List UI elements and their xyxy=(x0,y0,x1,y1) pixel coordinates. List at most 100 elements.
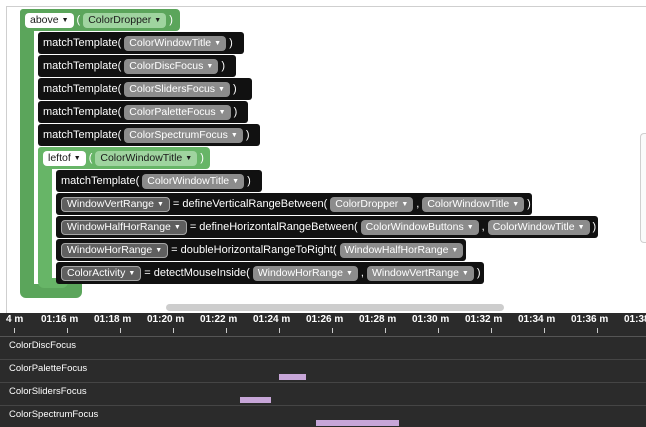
argument-dropdown[interactable]: WindowVertRange ▼ xyxy=(366,265,474,281)
open-paren: ( xyxy=(76,14,81,26)
match-template-block[interactable]: matchTemplate( ColorWindowTitle ▼ ) xyxy=(38,32,244,54)
argument-dropdown[interactable]: ColorWindowButtons ▼ xyxy=(360,219,479,235)
close-paren: ) xyxy=(233,106,238,118)
template-arg-dropdown[interactable]: ColorDiscFocus ▼ xyxy=(124,58,219,74)
timeline-panel: 4 m 01:16 m 01:18 m 01:20 m 01:22 m 01:2… xyxy=(0,313,646,427)
vertical-scrollbar[interactable] xyxy=(640,133,646,243)
chevron-down-icon: ▼ xyxy=(61,16,69,24)
function-name: doubleHorizontalRangeToRight( xyxy=(180,244,337,256)
match-template-block[interactable]: matchTemplate( ColorDiscFocus ▼ ) xyxy=(38,55,236,77)
script-editor: above ▼ ( ColorDropper ▼ ) matchTemplate( … xyxy=(0,0,646,314)
assignment-block[interactable]: ColorActivity ▼ = detectMouseInside( Wind… xyxy=(56,262,484,284)
tick-mark xyxy=(279,328,280,333)
argument-dropdown[interactable]: ColorWindowTitle ▼ xyxy=(487,219,590,235)
above-target-dropdown[interactable]: ColorDropper ▼ xyxy=(83,12,167,28)
tick-mark xyxy=(173,328,174,333)
template-arg-dropdown[interactable]: ColorPaletteFocus ▼ xyxy=(124,104,231,120)
leftof-target-dropdown[interactable]: ColorWindowTitle ▼ xyxy=(95,150,198,166)
tick-mark xyxy=(438,328,439,333)
function-name: matchTemplate( xyxy=(61,175,140,187)
close-paren: ) xyxy=(245,129,250,141)
timeline-track: ColorSlidersFocus xyxy=(0,383,646,406)
tick-mark xyxy=(385,328,386,333)
argument-dropdown[interactable]: WindowHorRange ▼ xyxy=(252,265,358,281)
tick-label: 01:28 m xyxy=(359,314,397,325)
chevron-down-icon: ▼ xyxy=(214,39,222,47)
horizontal-scrollbar[interactable] xyxy=(166,304,504,311)
timeline-event[interactable] xyxy=(279,374,306,380)
close-paren: ) xyxy=(221,60,225,72)
variable-dropdown[interactable]: WindowVertRange ▼ xyxy=(61,196,170,212)
open-paren: ( xyxy=(88,152,93,164)
close-paren: ) xyxy=(232,83,237,95)
template-arg-dropdown[interactable]: ColorSlidersFocus ▼ xyxy=(124,81,230,97)
close-paren: ) xyxy=(200,152,204,164)
template-arg-dropdown[interactable]: ColorWindowTitle ▼ xyxy=(142,173,245,189)
chevron-down-icon: ▼ xyxy=(461,269,469,277)
tick-label: 4 m xyxy=(6,314,24,325)
tick-label: 01:22 m xyxy=(200,314,238,325)
equals-sign: = xyxy=(172,198,180,210)
tick-mark xyxy=(67,328,68,333)
variable-dropdown[interactable]: ColorActivity ▼ xyxy=(61,265,142,281)
tick-label: 01:26 m xyxy=(306,314,344,325)
track-label: ColorSpectrumFocus xyxy=(9,409,99,420)
function-name: defineHorizontalRangeBetween( xyxy=(199,221,358,233)
variable-dropdown[interactable]: WindowHalfHorRange ▼ xyxy=(61,219,187,235)
tick-mark xyxy=(226,328,227,333)
variable-dropdown[interactable]: WindowHorRange ▼ xyxy=(61,242,169,258)
close-paren: ) xyxy=(229,37,233,49)
argument-dropdown[interactable]: ColorDropper ▼ xyxy=(330,196,414,212)
argument-dropdown[interactable]: WindowHalfHorRange ▼ xyxy=(339,242,464,258)
assignment-block[interactable]: WindowVertRange ▼ = defineVerticalRangeBe… xyxy=(56,193,532,215)
leftof-keyword-dropdown[interactable]: leftof ▼ xyxy=(43,150,86,166)
match-template-block[interactable]: matchTemplate( ColorWindowTitle ▼ ) xyxy=(56,170,262,192)
chevron-down-icon: ▼ xyxy=(577,223,585,231)
match-template-block[interactable]: matchTemplate( ColorPaletteFocus ▼ ) xyxy=(38,101,248,123)
timeline-event[interactable] xyxy=(240,397,271,403)
track-label: ColorSlidersFocus xyxy=(9,386,87,397)
leftof-block-row[interactable]: leftof ▼ ( ColorWindowTitle ▼ ) xyxy=(38,147,209,169)
tick-mark xyxy=(14,328,15,333)
assignment-block[interactable]: WindowHalfHorRange ▼ = defineHorizontalRa… xyxy=(56,216,598,238)
above-block-row[interactable]: above ▼ ( ColorDropper ▼ ) xyxy=(20,9,178,31)
timeline-event[interactable] xyxy=(316,420,399,426)
tick-mark xyxy=(491,328,492,333)
chevron-down-icon: ▼ xyxy=(401,200,409,208)
tick-label: 01:32 m xyxy=(465,314,503,325)
comma: , xyxy=(416,198,420,210)
equals-sign: = xyxy=(189,221,197,233)
above-keyword-dropdown[interactable]: above ▼ xyxy=(25,12,74,28)
chevron-down-icon: ▼ xyxy=(345,269,353,277)
assignment-block[interactable]: WindowHorRange ▼ = doubleHorizontalRangeT… xyxy=(56,239,470,261)
timeline-track: ColorSpectrumFocus xyxy=(0,406,646,427)
argument-dropdown[interactable]: ColorWindowTitle ▼ xyxy=(422,196,525,212)
above-block-spine xyxy=(20,9,34,296)
function-name: detectMouseInside( xyxy=(153,267,250,279)
match-template-block[interactable]: matchTemplate( ColorSlidersFocus ▼ ) xyxy=(38,78,252,100)
close-paren: ) xyxy=(476,267,481,279)
tick-label: 01:34 m xyxy=(518,314,556,325)
track-label: ColorPaletteFocus xyxy=(9,363,88,374)
function-name: matchTemplate( xyxy=(43,60,122,72)
chevron-down-icon: ▼ xyxy=(451,246,459,254)
tick-label: 01:18 m xyxy=(94,314,132,325)
tick-mark xyxy=(597,328,598,333)
chevron-down-icon: ▼ xyxy=(230,131,238,139)
close-paren: ) xyxy=(247,175,251,187)
time-ruler: 4 m 01:16 m 01:18 m 01:20 m 01:22 m 01:2… xyxy=(0,313,646,337)
template-arg-dropdown[interactable]: ColorSpectrumFocus ▼ xyxy=(124,127,243,143)
timeline-track: ColorPaletteFocus xyxy=(0,360,646,383)
function-name: matchTemplate( xyxy=(43,129,122,141)
chevron-down-icon: ▼ xyxy=(185,154,193,162)
template-arg-dropdown[interactable]: ColorWindowTitle ▼ xyxy=(124,35,227,51)
tick-label: 01:24 m xyxy=(253,314,291,325)
equals-sign: = xyxy=(171,244,178,256)
function-name: matchTemplate( xyxy=(43,106,122,118)
equals-sign: = xyxy=(144,267,151,279)
match-template-block[interactable]: matchTemplate( ColorSpectrumFocus ▼ ) xyxy=(38,124,260,146)
chevron-down-icon: ▼ xyxy=(154,16,162,24)
chevron-down-icon: ▼ xyxy=(173,223,181,231)
chevron-down-icon: ▼ xyxy=(232,177,240,185)
function-name: matchTemplate( xyxy=(43,37,122,49)
